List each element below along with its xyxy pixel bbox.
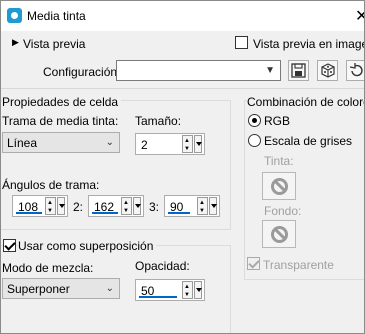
- blend-mode-select[interactable]: Superponer ⌄: [2, 278, 120, 299]
- background-label: Fondo:: [264, 204, 302, 218]
- pattern-value: Línea: [7, 136, 38, 150]
- grayscale-label: Escala de grises: [264, 134, 353, 148]
- dice-icon: [321, 63, 335, 78]
- angle3-underline: [168, 212, 190, 214]
- opacity-underline: [139, 296, 177, 298]
- app-icon: [7, 8, 22, 23]
- angle3-spin-buttons[interactable]: ▲ ▼: [197, 197, 208, 215]
- opacity-dropdown-button[interactable]: [194, 281, 202, 299]
- angle2-label: 2:: [73, 200, 84, 214]
- pattern-label: Trama de media tinta:: [2, 114, 119, 128]
- use-overlay-label: Usar como superposición: [18, 239, 157, 253]
- rgb-radio[interactable]: [248, 114, 261, 127]
- size-dropdown-button[interactable]: [194, 135, 202, 153]
- chevron-down-icon: ▼: [265, 65, 275, 76]
- angle2-spin-buttons[interactable]: ▲ ▼: [121, 197, 132, 215]
- opacity-label: Opacidad:: [135, 259, 190, 273]
- size-spin-buttons[interactable]: ▲ ▼: [182, 135, 193, 153]
- size-value: 2: [141, 138, 148, 152]
- background-swatch: [262, 220, 296, 248]
- no-color-icon: [271, 178, 288, 195]
- blend-mode-value: Superponer: [7, 282, 70, 296]
- angle1-spin-buttons[interactable]: ▲ ▼: [45, 197, 56, 215]
- tint-label: Tinta:: [264, 154, 294, 168]
- save-icon: [291, 63, 306, 78]
- opacity-spin-buttons[interactable]: ▲ ▼: [182, 281, 193, 299]
- no-color-icon: [271, 226, 288, 243]
- preview-toggle[interactable]: Vista previa: [23, 37, 85, 51]
- rgb-label: RGB: [264, 114, 291, 128]
- preview-in-image-checkbox[interactable]: [235, 36, 248, 49]
- angle3-label: 3:: [149, 200, 160, 214]
- transparent-checkbox[interactable]: [247, 257, 260, 270]
- window-title: Media tinta: [27, 9, 86, 23]
- cell-properties-title: Propiedades de celda: [2, 95, 122, 109]
- angle2-stepper[interactable]: 162 ▲ ▼: [88, 195, 144, 217]
- save-preset-button[interactable]: [288, 60, 309, 81]
- halftone-dialog: Media tinta ✕ ▶ Vista previa Vista previ…: [0, 0, 365, 334]
- angle1-dropdown-button[interactable]: [57, 197, 65, 215]
- header-separator: [1, 88, 364, 89]
- size-label: Tamaño:: [135, 114, 182, 128]
- angle2-dropdown-button[interactable]: [133, 197, 141, 215]
- angles-label: Ángulos de trama:: [2, 178, 100, 192]
- angle3-dropdown-button[interactable]: [209, 197, 217, 215]
- random-preset-button[interactable]: [317, 60, 338, 81]
- size-stepper[interactable]: 2 ▲ ▼: [135, 133, 205, 155]
- tint-swatch: [262, 172, 296, 200]
- reset-preset-button[interactable]: [346, 60, 364, 81]
- preview-in-image-label: Vista previa en imagen: [253, 37, 365, 51]
- chevron-down-icon: ⌄: [105, 283, 114, 294]
- angle3-stepper[interactable]: 90 ▲ ▼: [164, 195, 220, 217]
- color-scheme-title: Combinación de colores: [247, 95, 364, 109]
- use-overlay-checkbox[interactable]: [3, 239, 16, 252]
- grayscale-radio[interactable]: [248, 134, 261, 147]
- angle2-underline: [92, 212, 118, 214]
- angle1-stepper[interactable]: 108 ▲ ▼: [12, 195, 68, 217]
- reset-icon: [349, 63, 363, 77]
- transparent-label: Transparente: [263, 258, 334, 272]
- config-label: Configuración: [43, 65, 118, 79]
- pattern-select[interactable]: Línea ⌄: [2, 132, 120, 153]
- title-bar: Media tinta ✕: [1, 1, 364, 31]
- close-icon[interactable]: ✕: [355, 6, 364, 26]
- blend-mode-label: Modo de mezcla:: [2, 261, 94, 275]
- expand-arrow-icon[interactable]: ▶: [12, 37, 19, 48]
- chevron-down-icon: ⌄: [105, 137, 114, 148]
- opacity-stepper[interactable]: 50 ▲ ▼: [135, 279, 205, 301]
- config-select[interactable]: ▼: [116, 60, 281, 81]
- angle1-underline: [16, 212, 42, 214]
